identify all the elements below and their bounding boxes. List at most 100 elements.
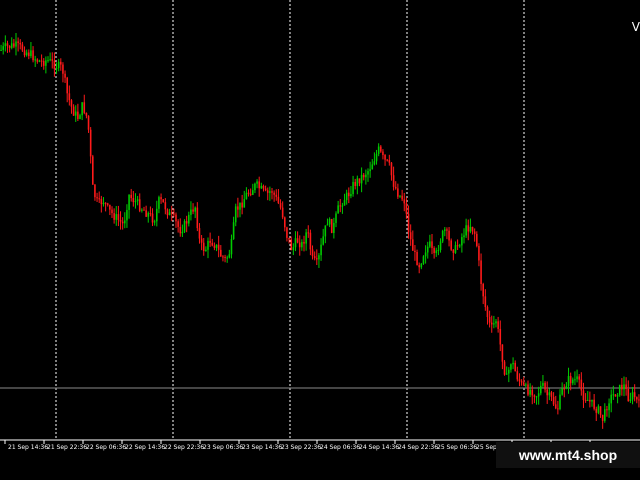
candle bbox=[316, 249, 318, 266]
axis-tick-label: 21 Sep 22:36 bbox=[47, 444, 87, 451]
axis-tick-label: 22 Sep 22:36 bbox=[164, 444, 204, 451]
candle bbox=[160, 193, 162, 204]
candle bbox=[115, 205, 118, 226]
candle bbox=[6, 40, 9, 53]
candle bbox=[490, 315, 493, 333]
candle bbox=[226, 255, 228, 263]
candle bbox=[303, 235, 305, 252]
candle bbox=[260, 182, 263, 189]
candle bbox=[633, 384, 636, 402]
axis-tick-label: 24 Sep 22:36 bbox=[398, 444, 438, 451]
candle bbox=[292, 243, 295, 256]
candle bbox=[119, 211, 122, 230]
axis-tick-label: 24 Sep 14:36 bbox=[359, 444, 399, 451]
candle bbox=[109, 204, 111, 216]
candle bbox=[473, 228, 476, 242]
candle bbox=[81, 102, 83, 121]
candle bbox=[328, 217, 331, 228]
candle bbox=[597, 404, 600, 415]
candle bbox=[533, 394, 536, 404]
candle bbox=[211, 238, 214, 247]
candle bbox=[540, 381, 542, 396]
candle bbox=[606, 405, 608, 417]
candle bbox=[36, 58, 39, 64]
candle bbox=[30, 42, 32, 59]
candle bbox=[92, 154, 94, 185]
candle bbox=[318, 253, 320, 268]
candle bbox=[565, 382, 568, 390]
chart-canvas[interactable]: 21 Sep 14:3621 Sep 22:3622 Sep 06:3622 S… bbox=[0, 0, 640, 480]
candle bbox=[586, 391, 589, 401]
axis-tick-label: 24 Sep 06:36 bbox=[320, 444, 360, 451]
candle bbox=[350, 186, 352, 199]
candle bbox=[358, 178, 361, 187]
candle bbox=[616, 393, 619, 404]
candle bbox=[28, 49, 30, 60]
candle bbox=[452, 249, 455, 261]
candle bbox=[554, 395, 557, 410]
candle bbox=[537, 386, 540, 405]
candle bbox=[591, 399, 593, 407]
candle bbox=[339, 199, 342, 213]
candle bbox=[147, 211, 150, 223]
candle bbox=[38, 59, 41, 63]
candle bbox=[190, 201, 192, 221]
candle bbox=[230, 234, 233, 259]
candle bbox=[341, 202, 344, 214]
axis-tick-label: 22 Sep 06:36 bbox=[86, 444, 126, 451]
candle bbox=[273, 190, 275, 202]
candle bbox=[529, 383, 531, 398]
candle bbox=[567, 367, 570, 394]
candle bbox=[469, 218, 472, 234]
candle bbox=[130, 188, 132, 202]
candle bbox=[482, 282, 484, 305]
candle bbox=[228, 249, 231, 259]
candle bbox=[70, 99, 73, 114]
candle bbox=[576, 369, 578, 383]
candle bbox=[128, 194, 130, 219]
candle bbox=[493, 315, 495, 329]
candle bbox=[354, 178, 356, 190]
candle bbox=[262, 184, 265, 192]
candle bbox=[582, 382, 585, 409]
candle bbox=[333, 217, 335, 239]
candle bbox=[117, 205, 120, 227]
candle bbox=[563, 384, 566, 398]
candle bbox=[254, 182, 256, 194]
candle bbox=[390, 161, 393, 181]
candle bbox=[10, 37, 13, 50]
candle bbox=[156, 200, 158, 227]
candle bbox=[249, 188, 252, 197]
axis-tick-label: 23 Sep 06:36 bbox=[203, 444, 243, 451]
candle bbox=[337, 200, 339, 214]
candle bbox=[83, 94, 86, 115]
candle bbox=[367, 168, 369, 182]
candle bbox=[604, 403, 606, 423]
candle bbox=[463, 228, 465, 244]
candle bbox=[151, 208, 154, 227]
candle bbox=[177, 219, 179, 233]
candle bbox=[360, 167, 363, 193]
candle bbox=[113, 208, 115, 224]
candle bbox=[444, 226, 446, 237]
candle bbox=[200, 235, 203, 251]
candle bbox=[296, 231, 299, 244]
candle bbox=[403, 192, 406, 212]
candle bbox=[636, 396, 638, 404]
candle bbox=[85, 112, 88, 119]
candle bbox=[279, 199, 282, 210]
candle bbox=[561, 382, 563, 396]
candle bbox=[252, 183, 254, 196]
candle bbox=[188, 211, 190, 227]
candle bbox=[311, 245, 314, 260]
candle bbox=[362, 173, 365, 181]
candle bbox=[593, 394, 595, 411]
candle bbox=[335, 211, 337, 228]
candle bbox=[559, 389, 561, 411]
candle bbox=[64, 70, 66, 83]
candle bbox=[138, 193, 141, 213]
candle bbox=[373, 152, 376, 166]
price-chart[interactable]: 21 Sep 14:36 21 Sep 22:36 22 Sep 06:36 22 S… bbox=[0, 0, 640, 480]
candle bbox=[557, 400, 559, 415]
candle bbox=[625, 377, 627, 396]
